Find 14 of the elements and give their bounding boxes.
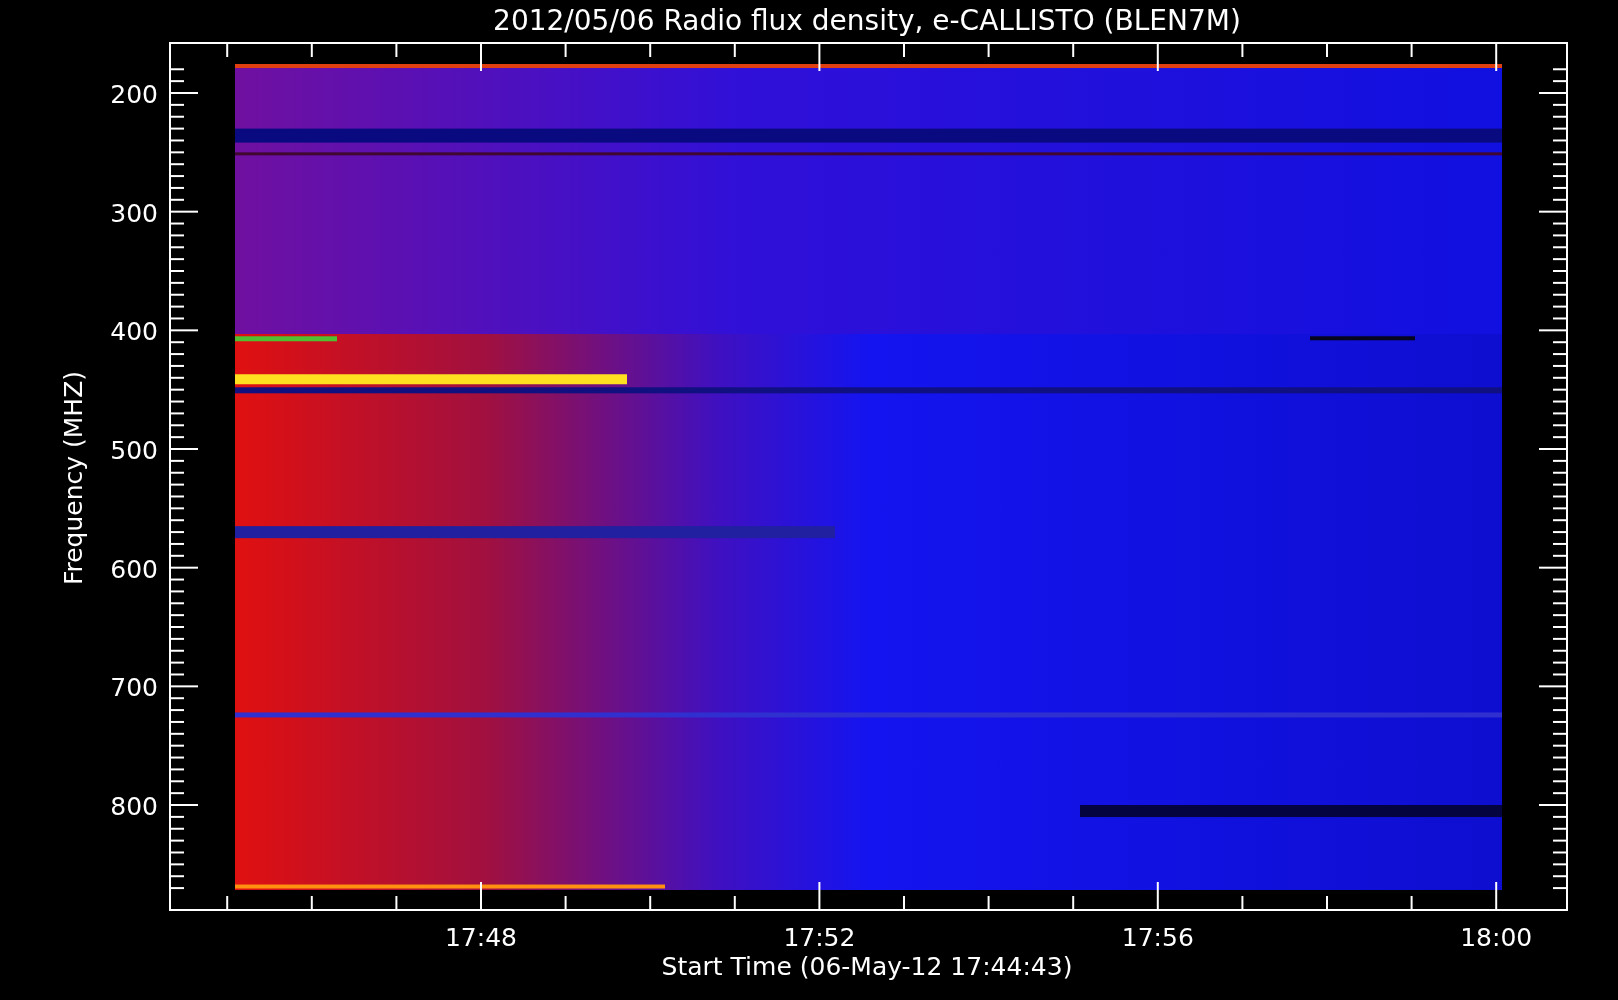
y-tick-label: 800 [110, 792, 158, 821]
x-axis-label: Start Time (06-May-12 17:44:43) [661, 952, 1073, 981]
y-tick-label: 300 [110, 198, 158, 228]
y-axis-label: Frequency (MHZ) [59, 370, 88, 586]
y-tick-label: 500 [110, 436, 158, 465]
y-tick-label: 700 [110, 673, 158, 703]
x-tick-label: 17:56 [1121, 923, 1194, 952]
chart-title: 2012/05/06 Radio flux density, e-CALLISTO (BLEN7M) [493, 4, 1241, 37]
x-tick-label: 17:48 [445, 923, 517, 952]
y-tick-label: 400 [110, 317, 158, 347]
y-tick-label: 600 [110, 554, 158, 584]
x-tick-label: 17:52 [783, 923, 856, 952]
y-tick-label: 200 [110, 80, 158, 109]
x-tick-label: 18:00 [1460, 923, 1533, 952]
